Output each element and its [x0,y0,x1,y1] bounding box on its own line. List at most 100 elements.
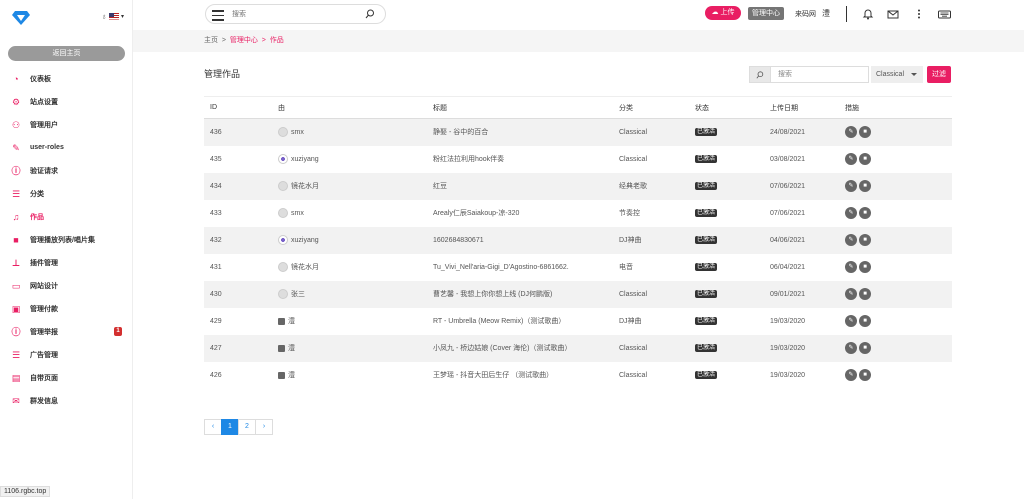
row-date: 19/03/2020 [770,317,806,325]
edit-icon: ✎ [12,142,20,153]
delete-icon[interactable]: ■ [859,153,871,165]
more-vertical-icon[interactable] [913,8,925,20]
delete-icon[interactable]: ■ [859,369,871,381]
row-user[interactable]: 澧 [278,316,427,326]
delete-icon[interactable]: ■ [859,180,871,192]
sidebar-item-design[interactable]: ▭ 网站设计 [0,274,133,297]
plug-icon: ⊥ [11,257,21,268]
delete-icon[interactable]: ■ [859,315,871,327]
row-user-name: smx [291,128,304,136]
row-title[interactable]: RT - Umbrella (Meow Remix)（测试歌曲） [427,308,613,335]
sidebar-item-label: 仪表板 [30,75,51,83]
sidebar-item-label: 管理举报 [30,328,58,336]
page-1-button[interactable]: 1 [221,419,239,435]
wallet-icon: ▣ [11,303,21,314]
edit-icon[interactable]: ✎ [845,315,857,327]
row-user[interactable]: 镜花水月 [278,262,427,272]
row-date: 06/04/2021 [770,263,806,271]
delete-icon[interactable]: ■ [859,342,871,354]
edit-icon[interactable]: ✎ [845,180,857,192]
row-date: 19/03/2020 [764,334,839,362]
sidebar-item-playlists[interactable]: ■ 管理播放列表/唱片集 [0,228,133,251]
row-user[interactable]: smx [278,127,427,138]
row-title[interactable]: 静娶 - 谷中的百合 [427,118,613,146]
lightbulb-icon: ♁ [101,12,107,21]
delete-icon[interactable]: ■ [859,288,871,300]
sidebar-item-ads[interactable]: ☰ 广告管理 [0,343,133,366]
mail-icon[interactable] [887,8,899,20]
row-title[interactable]: 小凤九 - 桥边姑娘 (Cover 海伦)（测试歌曲） [427,334,613,362]
breadcrumb-home[interactable]: 主页 [204,37,218,44]
keyboard-icon[interactable] [938,8,951,20]
prev-page-button[interactable]: ‹ [204,419,222,435]
delete-icon[interactable]: ■ [859,261,871,273]
edit-icon[interactable]: ✎ [845,126,857,139]
row-title[interactable]: 粉红法拉利用hook伴奏 [427,146,613,173]
row-title[interactable]: Tu_Vivi_Nell'aria-Gigi_D'Agostino-686166… [427,254,613,281]
sidebar-item-plugins[interactable]: ⊥ 插件管理 [0,251,133,274]
row-title[interactable]: 王梦瑶 - 抖音大田后生仔 （测试歌曲） [427,362,613,389]
site-name-link[interactable]: 来码网 [795,9,816,19]
bell-icon[interactable] [862,8,874,20]
menu-icon[interactable] [212,10,224,21]
user-avatar[interactable]: 澧 [822,8,832,18]
upload-button[interactable]: ☁ 上传 [705,6,741,20]
edit-icon[interactable]: ✎ [845,234,857,246]
sidebar-item-payments[interactable]: ▣ 管理付款 [0,297,133,320]
row-title[interactable]: 红豆 [427,172,613,200]
row-category: Classical [613,118,689,146]
sidebar-item-categories[interactable]: ☰ 分类 [0,182,133,205]
sidebar-item-pages[interactable]: ▤ 自带页面 [0,366,133,389]
row-id: 433 [210,209,222,217]
edit-icon[interactable]: ✎ [845,153,857,165]
edit-icon[interactable]: ✎ [845,369,857,381]
delete-icon[interactable]: ■ [859,126,871,139]
row-user[interactable]: 张三 [278,289,427,299]
sidebar-item-label: 自带页面 [30,374,58,382]
admin-center-button[interactable]: 管理中心 [748,7,784,20]
search-input[interactable] [232,9,352,20]
user-avatar-icon [278,154,288,164]
filter-search-input[interactable]: 搜索 [771,66,869,83]
edit-icon[interactable]: ✎ [845,261,857,273]
status-badge: 已激活 [695,128,718,137]
sidebar-item-site-settings[interactable]: ⚙ 站点设置 [0,90,133,113]
edit-icon[interactable]: ✎ [845,342,857,354]
col-date: 上传日期 [764,96,839,119]
row-user[interactable]: smx [278,208,427,218]
diamond-logo-icon[interactable] [11,10,31,26]
row-user[interactable]: 镜花水月 [278,181,427,191]
row-title[interactable]: 曹艺馨 - 我想上你你想上线 (DJ何鹏版) [427,280,613,308]
category-select[interactable]: Classical [871,66,923,83]
alert-icon: ⓘ [11,165,21,176]
next-page-button[interactable]: › [255,419,273,435]
sidebar-item-verification[interactable]: ⓘ 验证请求 [0,159,133,182]
sidebar-item-works[interactable]: ♫ 作品 [0,205,133,228]
edit-icon[interactable]: ✎ [845,207,857,219]
table-row: 430 张三 曹艺馨 - 我想上你你想上线 (DJ何鹏版) Classical 已激活 0… [204,280,952,308]
filter-button[interactable]: 过滤 [927,66,951,83]
back-home-button[interactable]: 返回主页 [8,46,125,61]
sidebar-item-mass-mail[interactable]: ✉ 群发信息 [0,389,133,412]
row-user[interactable]: 澧 [278,370,427,380]
sidebar-item-label: user-roles [30,144,64,151]
page-2-button[interactable]: 2 [238,419,256,435]
row-title[interactable]: 1602684830671 [427,226,613,254]
row-title[interactable]: Arealy仁辰Saiakoup-凉-320 [427,200,613,227]
row-user[interactable]: 澧 [278,343,427,353]
delete-icon[interactable]: ■ [859,234,871,246]
breadcrumb-admin[interactable]: 管理中心 [230,37,258,44]
search-icon[interactable] [365,9,375,19]
sidebar-item-reports[interactable]: ⓘ 管理举报 1 [0,320,133,343]
us-flag-icon [109,13,119,20]
row-user[interactable]: xuziyang [278,235,427,245]
language-selector[interactable]: ♁ ▾ [101,12,124,21]
sidebar-item-dashboard[interactable]: ◔ 仪表板 [0,67,133,90]
delete-icon[interactable]: ■ [859,207,871,219]
search-icon[interactable] [749,66,771,83]
sidebar-item-users[interactable]: ⚇ 管理用户 [0,113,133,136]
row-user[interactable]: xuziyang [278,154,427,164]
edit-icon[interactable]: ✎ [845,288,857,300]
sidebar-item-user-roles[interactable]: ✎ user-roles [0,136,133,159]
row-id: 427 [204,334,272,362]
